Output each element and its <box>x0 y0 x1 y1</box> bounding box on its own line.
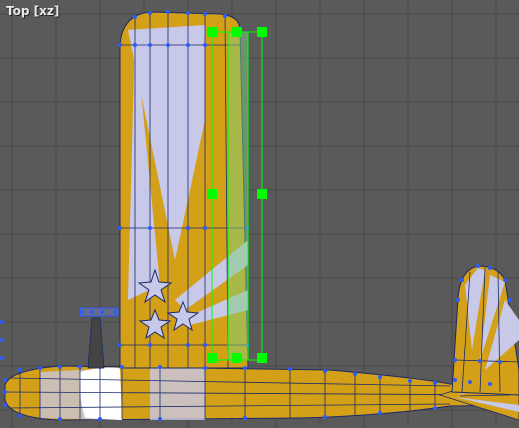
strut <box>79 307 119 369</box>
viewport-canvas[interactable] <box>0 0 519 428</box>
viewport-label: Top [xz] <box>6 4 60 18</box>
tail-fin[interactable] <box>451 264 519 396</box>
3d-viewport[interactable]: Top [xz] <box>0 0 519 428</box>
wing[interactable] <box>3 10 437 421</box>
vertex-dot-icon <box>0 320 4 360</box>
grid <box>0 0 519 428</box>
fuselage[interactable] <box>4 365 519 421</box>
